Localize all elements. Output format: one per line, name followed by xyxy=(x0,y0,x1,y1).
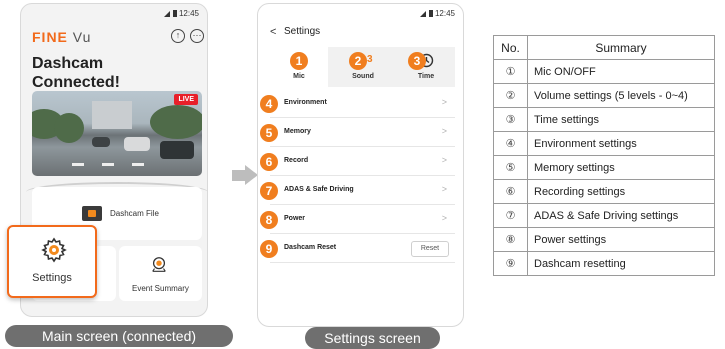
header-summary: Summary xyxy=(527,35,715,60)
row-label: ADAS & Safe Driving xyxy=(284,186,354,193)
tab-sound-label: Sound xyxy=(352,73,374,80)
row-number: ⑥ xyxy=(493,179,528,204)
row-summary: Mic ON/OFF xyxy=(527,59,715,84)
event-summary-icon xyxy=(152,257,166,272)
chevron-right-icon: > xyxy=(441,155,447,165)
live-view-thumbnail[interactable]: LIVE xyxy=(32,91,202,176)
summary-table: No. Summary ① Mic ON/OFF ② Volume settings… xyxy=(493,35,715,276)
row-record[interactable]: Record > xyxy=(270,148,455,176)
tab-time[interactable]: Time xyxy=(397,47,455,87)
row-power[interactable]: Power > xyxy=(270,206,455,234)
signal-icon xyxy=(163,11,170,17)
event-summary-label: Event Summary xyxy=(132,284,189,293)
table-row: ① Mic ON/OFF xyxy=(493,59,715,84)
row-summary: Time settings xyxy=(527,107,715,132)
row-label: Power xyxy=(284,215,306,222)
table-row: ⑨ Dashcam resetting xyxy=(493,251,715,276)
row-number: ⑤ xyxy=(493,155,528,180)
callout-badge-5: 5 xyxy=(260,124,278,142)
row-label: Record xyxy=(284,157,309,164)
settings-label: Settings xyxy=(32,272,72,284)
film-icon xyxy=(82,206,102,221)
status-time: 12:45 xyxy=(178,9,199,18)
finevu-logo: FINE Vu xyxy=(32,29,92,45)
tab-time-label: Time xyxy=(417,73,435,80)
chevron-right-icon: > xyxy=(441,213,447,223)
row-number: ② xyxy=(493,83,528,108)
row-summary: Recording settings xyxy=(527,179,715,204)
row-number: ③ xyxy=(493,107,528,132)
table-row: ⑧ Power settings xyxy=(493,227,715,252)
row-adas-safe-driving[interactable]: ADAS & Safe Driving > xyxy=(270,177,455,205)
event-summary-card[interactable]: Event Summary xyxy=(119,246,202,301)
settings-screen-caption: Settings screen xyxy=(305,327,440,349)
row-environment[interactable]: Environment > xyxy=(270,90,455,118)
row-summary: Environment settings xyxy=(527,131,715,156)
signal-icon xyxy=(419,11,426,17)
settings-button[interactable]: Settings xyxy=(7,225,97,298)
row-summary: ADAS & Safe Driving settings xyxy=(527,203,715,228)
callout-badge-6: 6 xyxy=(260,153,278,171)
upload-icon[interactable]: ↑ xyxy=(171,29,185,43)
row-dashcam-reset: Dashcam Reset Reset xyxy=(270,235,455,263)
table-row: ⑥ Recording settings xyxy=(493,179,715,204)
chevron-right-icon: > xyxy=(441,184,447,194)
table-row: ⑤ Memory settings xyxy=(493,155,715,180)
dashcam-file-label: Dashcam File xyxy=(110,209,159,218)
connection-title: Dashcam Connected! xyxy=(32,55,120,91)
battery-icon xyxy=(428,10,433,17)
row-number: ⑦ xyxy=(493,203,528,228)
table-header-row: No. Summary xyxy=(493,35,715,60)
row-summary: Power settings xyxy=(527,227,715,252)
status-bar: 12:45 xyxy=(419,9,455,18)
row-summary: Dashcam resetting xyxy=(527,251,715,276)
row-number: ⑧ xyxy=(493,227,528,252)
row-label: Environment xyxy=(284,99,327,106)
callout-badge-3: 3 xyxy=(408,52,426,70)
callout-badge-7: 7 xyxy=(260,182,278,200)
battery-icon xyxy=(172,10,177,17)
row-memory[interactable]: Memory > xyxy=(270,119,455,147)
callout-badge-2: 2 xyxy=(349,52,367,70)
table-row: ③ Time settings xyxy=(493,107,715,132)
back-icon[interactable]: < xyxy=(270,26,276,38)
table-row: ② Volume settings (5 levels - 0~4) xyxy=(493,83,715,108)
main-screen-caption: Main screen (connected) xyxy=(5,325,233,347)
page-title: Settings xyxy=(284,26,321,37)
more-icon[interactable]: ⋯ xyxy=(190,29,204,43)
status-bar: 12:45 xyxy=(163,9,199,18)
callout-badge-9: 9 xyxy=(260,240,278,258)
status-time: 12:45 xyxy=(434,9,455,18)
row-number: ① xyxy=(493,59,528,84)
settings-screen-phone: 12:45 < Settings Mic 3 Sound Time 1 2 3 xyxy=(257,3,464,327)
callout-badge-8: 8 xyxy=(260,211,278,229)
row-summary: Memory settings xyxy=(527,155,715,180)
table-row: ④ Environment settings xyxy=(493,131,715,156)
volume-level: 3 xyxy=(367,54,373,65)
row-number: ⑨ xyxy=(493,251,528,276)
chevron-right-icon: > xyxy=(441,97,447,107)
reset-button[interactable]: Reset xyxy=(411,241,449,257)
row-summary: Volume settings (5 levels - 0~4) xyxy=(527,83,715,108)
row-label: Memory xyxy=(284,128,311,135)
chevron-right-icon: > xyxy=(441,126,447,136)
live-badge: LIVE xyxy=(174,94,198,105)
header-no: No. xyxy=(493,35,528,60)
gear-icon xyxy=(41,237,67,263)
tab-mic-label: Mic xyxy=(293,73,305,80)
callout-badge-4: 4 xyxy=(260,95,278,113)
table-row: ⑦ ADAS & Safe Driving settings xyxy=(493,203,715,228)
row-number: ④ xyxy=(493,131,528,156)
row-label: Dashcam Reset xyxy=(284,244,337,251)
callout-badge-1: 1 xyxy=(290,52,308,70)
